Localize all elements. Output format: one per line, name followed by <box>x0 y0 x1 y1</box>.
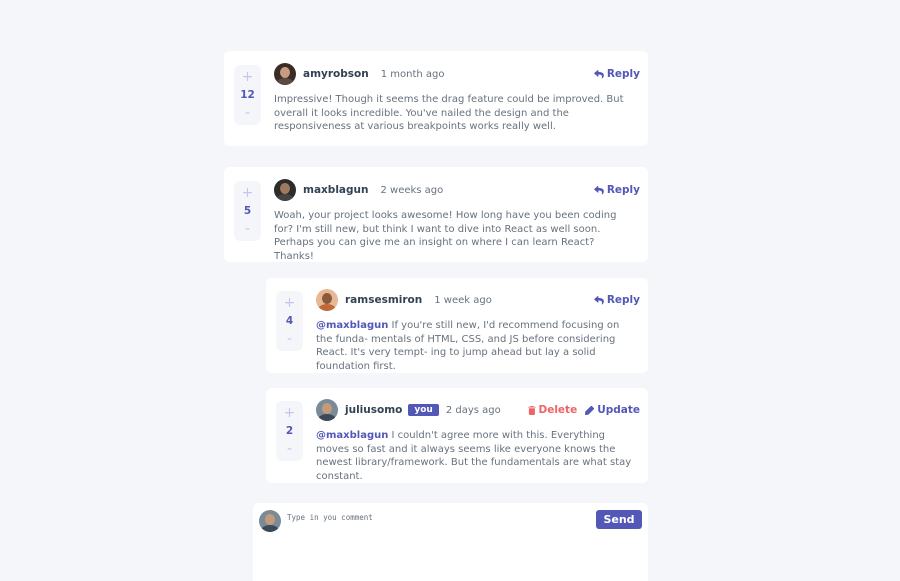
timestamp: 1 month ago <box>380 68 445 80</box>
upvote-button[interactable]: + <box>284 406 296 420</box>
comment-composer: Send <box>253 503 648 581</box>
downvote-button[interactable]: - <box>245 106 250 120</box>
vote-score: 5 <box>243 205 252 217</box>
reply-button[interactable]: Reply <box>593 294 640 306</box>
comment-text: @maxblagun I couldn't agree more with th… <box>316 429 636 483</box>
timestamp: 1 week ago <box>434 294 492 306</box>
timestamp: 2 days ago <box>445 404 501 416</box>
pencil-icon <box>585 405 595 415</box>
avatar <box>316 289 338 311</box>
downvote-button[interactable]: - <box>245 222 250 236</box>
reply-arrow-icon <box>593 295 604 304</box>
avatar <box>316 399 338 421</box>
timestamp: 2 weeks ago <box>380 184 444 196</box>
delete-button[interactable]: Delete <box>527 404 578 416</box>
comment-text: @maxblagun If you're still new, I'd reco… <box>316 319 636 373</box>
comment-text: Impressive! Though it seems the drag fea… <box>274 94 624 133</box>
username[interactable]: maxblagun <box>303 184 368 196</box>
comment-input[interactable] <box>287 513 587 573</box>
reply-button[interactable]: Reply <box>593 184 640 196</box>
vote-score: 2 <box>285 425 294 437</box>
current-user-avatar <box>259 510 281 532</box>
update-button[interactable]: Update <box>585 404 640 416</box>
upvote-button[interactable]: + <box>284 296 296 310</box>
username[interactable]: juliusomo <box>345 404 402 416</box>
upvote-button[interactable]: + <box>242 70 254 84</box>
reply-label: Reply <box>606 294 640 306</box>
comment-card: + 5 - maxblagun 2 weeks ago Reply Woah, … <box>224 167 648 262</box>
reply-arrow-icon <box>593 185 604 194</box>
reply-arrow-icon <box>593 69 604 78</box>
downvote-button[interactable]: - <box>287 332 292 346</box>
avatar <box>274 63 296 85</box>
comment-card: + 12 - amyrobson 1 month ago Reply Impre… <box>224 51 648 146</box>
downvote-button[interactable]: - <box>287 442 292 456</box>
comment-header: ramsesmiron 1 week ago Reply <box>316 289 640 311</box>
mention-link[interactable]: @maxblagun <box>316 320 388 331</box>
vote-control: + 4 - <box>276 291 303 351</box>
upvote-button[interactable]: + <box>242 186 254 200</box>
vote-control: + 2 - <box>276 401 303 461</box>
trash-icon <box>527 405 536 415</box>
vote-control: + 5 - <box>234 181 261 241</box>
vote-score: 12 <box>240 89 255 101</box>
comment-header: juliusomo you 2 days ago Delete Update <box>316 399 640 421</box>
vote-score: 4 <box>285 315 294 327</box>
delete-label: Delete <box>538 404 578 416</box>
update-label: Update <box>597 404 640 416</box>
reply-label: Reply <box>606 184 640 196</box>
comment-header: amyrobson 1 month ago Reply <box>274 63 640 85</box>
username[interactable]: ramsesmiron <box>345 294 422 306</box>
avatar <box>274 179 296 201</box>
comment-header: maxblagun 2 weeks ago Reply <box>274 179 640 201</box>
mention-link[interactable]: @maxblagun <box>316 430 388 441</box>
send-button[interactable]: Send <box>596 510 642 529</box>
reply-button[interactable]: Reply <box>593 68 640 80</box>
username[interactable]: amyrobson <box>303 68 369 80</box>
comment-text: Woah, your project looks awesome! How lo… <box>274 210 617 262</box>
reply-card: + 4 - ramsesmiron 1 week ago Reply @maxb… <box>266 278 648 373</box>
vote-control: + 12 - <box>234 65 261 125</box>
reply-label: Reply <box>606 68 640 80</box>
you-badge: you <box>408 404 439 416</box>
reply-card: + 2 - juliusomo you 2 days ago Delete Up… <box>266 388 648 483</box>
